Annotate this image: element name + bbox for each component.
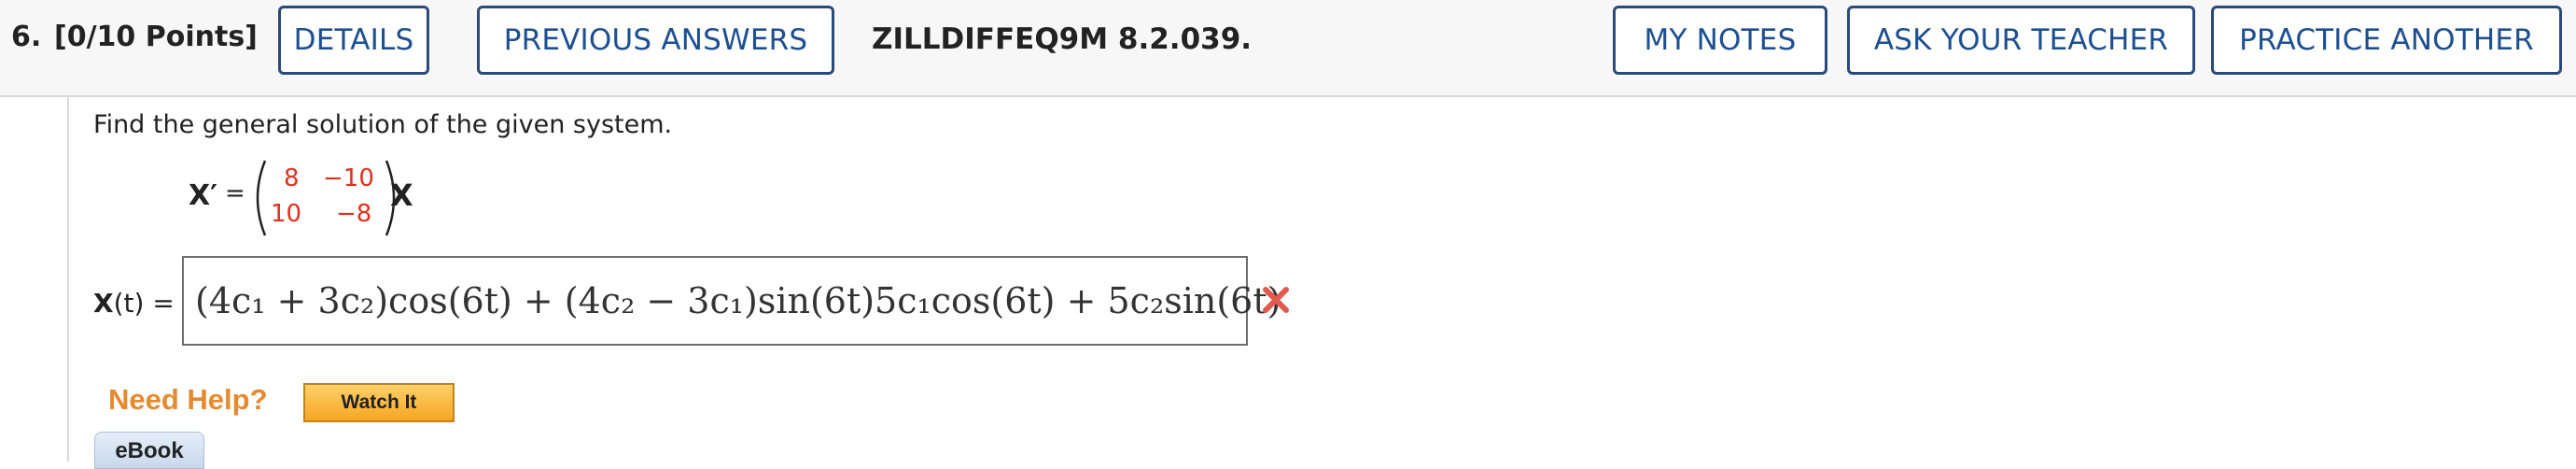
- matrix-entry-1-1: 8: [284, 164, 300, 192]
- vector-symbol: X: [390, 178, 413, 213]
- question-points: [0/10 Points]: [54, 21, 258, 53]
- my-notes-button[interactable]: MY NOTES: [1613, 6, 1827, 75]
- matrix-entry-1-2: −10: [323, 164, 374, 192]
- problem-prompt: Find the general solution of the given s…: [93, 110, 673, 139]
- incorrect-icon: [1263, 287, 1289, 313]
- matrix-entry-2-2: −8: [336, 200, 372, 228]
- answer-label-rest: (t) =: [113, 288, 175, 319]
- answer-input[interactable]: (4c₁ + 3c₂)cos(6t) + (4c₂ − 3c₁)sin(6t)5…: [182, 256, 1281, 346]
- ebook-tab[interactable]: eBook: [94, 432, 204, 469]
- watch-it-button[interactable]: Watch It: [303, 383, 455, 422]
- practice-another-button[interactable]: PRACTICE ANOTHER: [2211, 6, 2562, 75]
- question-header: 6. [0/10 Points] DETAILS PREVIOUS ANSWER…: [0, 0, 2576, 97]
- question-number: 6.: [11, 21, 42, 53]
- derivative-symbol: X′: [189, 179, 218, 212]
- question-id: ZILLDIFFEQ9M 8.2.039.: [872, 22, 1253, 56]
- previous-answers-button[interactable]: PREVIOUS ANSWERS: [477, 6, 834, 75]
- ask-your-teacher-button[interactable]: ASK YOUR TEACHER: [1847, 6, 2195, 75]
- answer-label: X(t) =: [93, 288, 175, 319]
- details-button[interactable]: DETAILS: [278, 6, 429, 75]
- equals-sign: =: [225, 179, 245, 207]
- coefficient-matrix: 8 −10 10 −8: [250, 159, 399, 237]
- need-help-label: Need Help?: [108, 383, 268, 416]
- matrix-entry-2-1: 10: [271, 200, 302, 228]
- answer-label-symbol: X: [93, 288, 114, 319]
- content-divider: [67, 95, 69, 462]
